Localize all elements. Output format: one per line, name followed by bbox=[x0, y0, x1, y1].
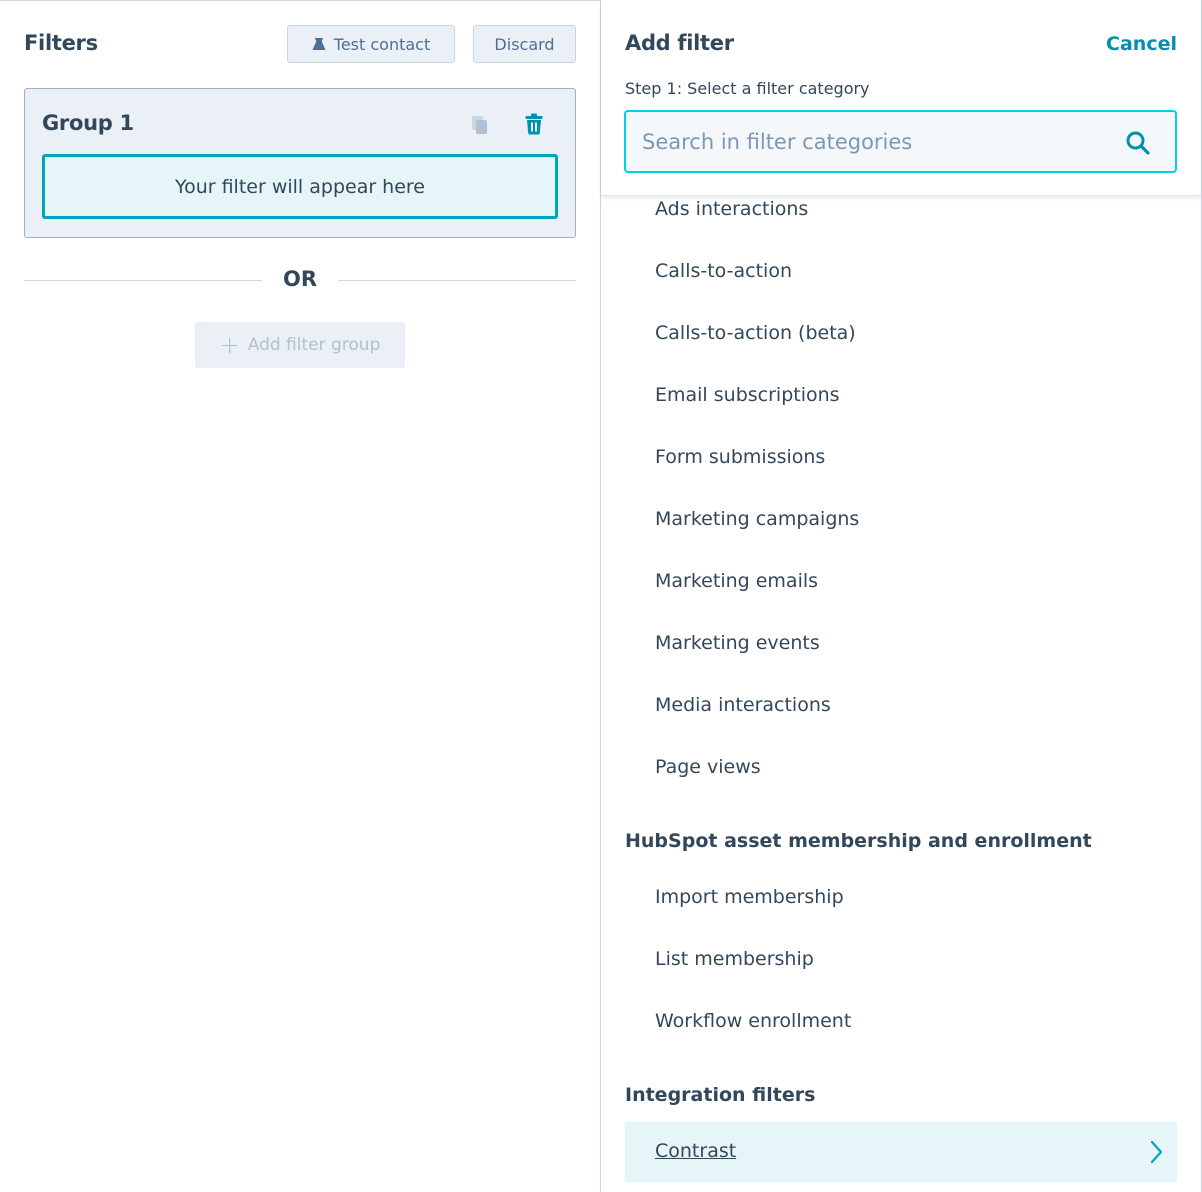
group-title: Group 1 bbox=[42, 111, 134, 135]
category-item-contrast[interactable]: Contrast bbox=[625, 1122, 1177, 1182]
or-divider-right bbox=[338, 280, 576, 281]
add-filter-header: Add filter Cancel Step 1: Select a filte… bbox=[601, 0, 1201, 196]
category-item[interactable]: Page views bbox=[655, 756, 761, 778]
filter-group: Group 1 Your filter will appear here bbox=[24, 88, 576, 238]
category-item[interactable]: Workflow enrollment bbox=[655, 1010, 851, 1032]
discard-button[interactable]: Discard bbox=[473, 25, 576, 63]
section-heading-integration: Integration filters bbox=[625, 1084, 816, 1106]
category-item[interactable]: Calls-to-action bbox=[655, 260, 792, 282]
category-item[interactable]: Marketing emails bbox=[655, 570, 818, 592]
plus-icon: + bbox=[219, 331, 240, 359]
filters-title: Filters bbox=[24, 31, 98, 55]
or-label: OR bbox=[282, 267, 318, 291]
section-heading-hubspot-asset: HubSpot asset membership and enrollment bbox=[625, 830, 1092, 852]
or-divider-left bbox=[24, 280, 262, 281]
category-item[interactable]: Marketing events bbox=[655, 632, 820, 654]
category-item[interactable]: Ads interactions bbox=[655, 198, 808, 220]
test-contact-button[interactable]: Test contact bbox=[287, 25, 455, 63]
chevron-right-icon bbox=[1150, 1140, 1163, 1164]
category-item[interactable]: Import membership bbox=[655, 886, 844, 908]
add-filter-group-label: Add filter group bbox=[247, 335, 381, 355]
category-item[interactable]: Email subscriptions bbox=[655, 384, 840, 406]
category-item[interactable]: List membership bbox=[655, 948, 814, 970]
step-label: Step 1: Select a filter category bbox=[625, 79, 870, 98]
filter-placeholder-text: Your filter will appear here bbox=[174, 175, 425, 198]
test-contact-label: Test contact bbox=[333, 34, 431, 54]
search-field[interactable] bbox=[624, 110, 1177, 173]
category-item-label: Contrast bbox=[655, 1140, 737, 1162]
flask-icon bbox=[312, 38, 326, 50]
add-filter-panel: Ads interactions Calls-to-action Calls-t… bbox=[600, 0, 1202, 1192]
add-filter-title: Add filter bbox=[625, 31, 734, 55]
search-icon[interactable] bbox=[1125, 130, 1151, 156]
cancel-button[interactable]: Cancel bbox=[1106, 33, 1177, 55]
search-input[interactable] bbox=[642, 112, 1112, 171]
category-item[interactable]: Form submissions bbox=[655, 446, 825, 468]
trash-icon[interactable] bbox=[525, 113, 543, 135]
filters-panel: Filters Test contact Discard Group 1 You… bbox=[0, 0, 600, 1192]
filter-placeholder: Your filter will appear here bbox=[42, 154, 558, 219]
category-item[interactable]: Calls-to-action (beta) bbox=[655, 322, 856, 344]
add-filter-group-button[interactable]: + Add filter group bbox=[195, 322, 405, 368]
category-item[interactable]: Marketing campaigns bbox=[655, 508, 859, 530]
discard-label: Discard bbox=[494, 34, 555, 54]
clone-icon[interactable] bbox=[471, 115, 489, 135]
category-item[interactable]: Media interactions bbox=[655, 694, 831, 716]
